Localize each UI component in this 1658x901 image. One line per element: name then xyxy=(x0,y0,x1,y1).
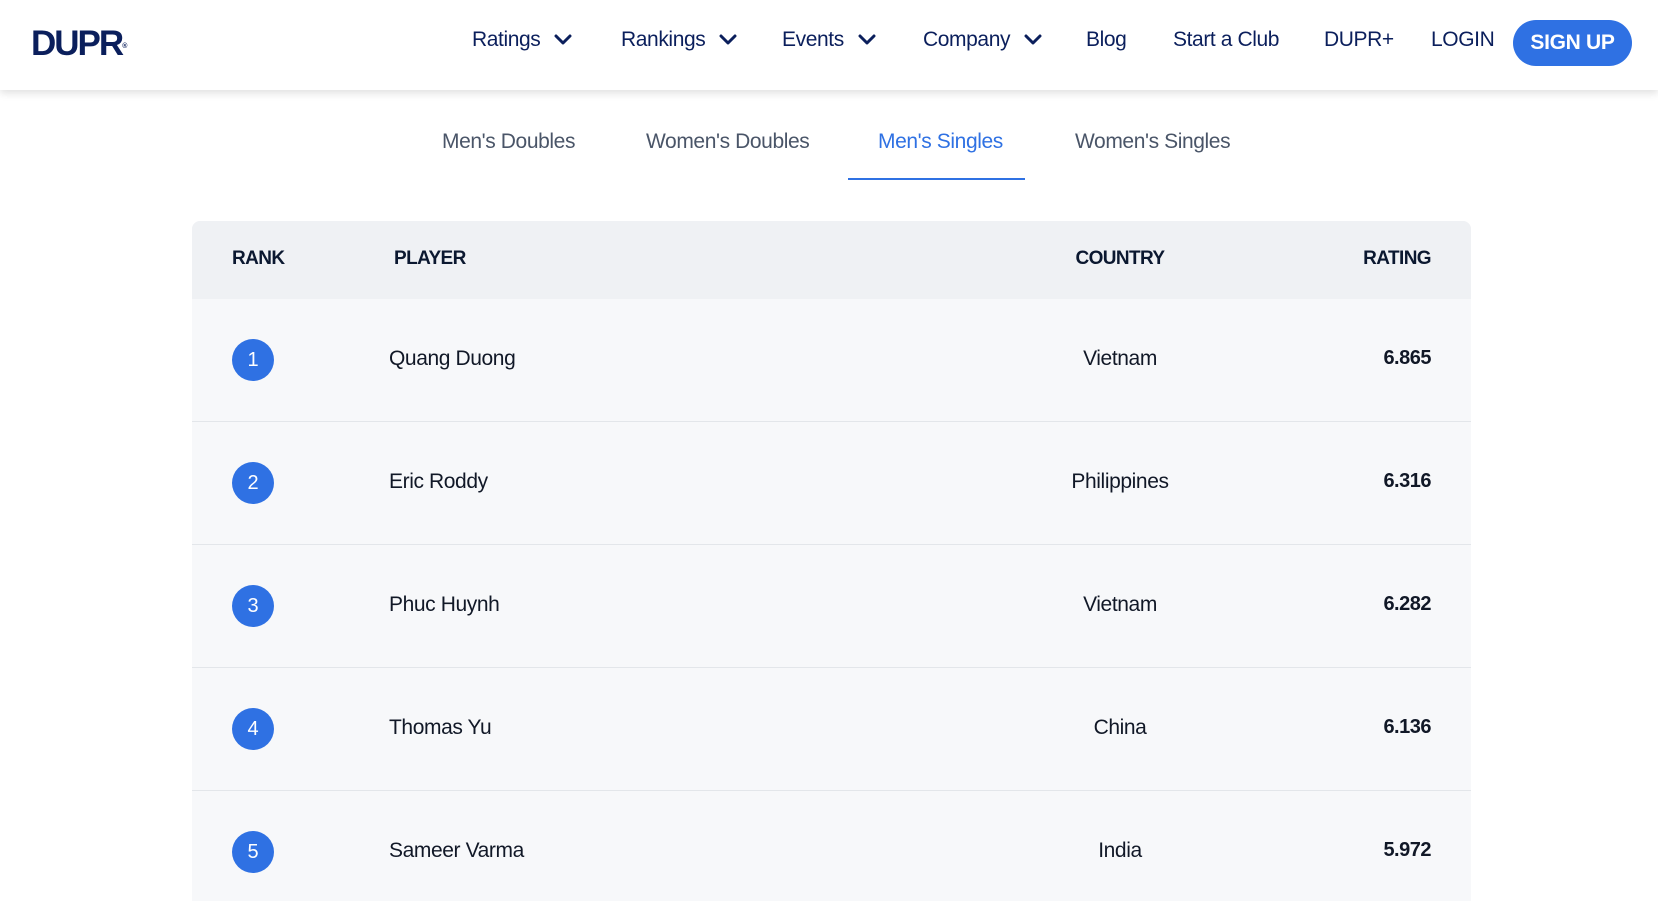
player-name[interactable]: Phuc Huynh xyxy=(389,593,500,617)
column-header-rank: RANK xyxy=(232,248,285,269)
top-navigation: DUPR® Ratings Rankings Events Company Bl… xyxy=(0,0,1658,90)
player-name[interactable]: Thomas Yu xyxy=(389,716,492,740)
player-country: Vietnam xyxy=(1083,347,1157,370)
rankings-table: RANK PLAYER COUNTRY RATING 1 Quang Duong… xyxy=(192,221,1471,901)
player-country: India xyxy=(1098,839,1142,862)
nav-dupr-plus-label: DUPR+ xyxy=(1324,28,1394,51)
nav-events-label: Events xyxy=(782,28,844,51)
tab-womens-doubles[interactable]: Women's Doubles xyxy=(646,130,810,154)
active-tab-indicator xyxy=(848,178,1025,180)
player-rating: 5.972 xyxy=(1383,839,1431,861)
chevron-down-icon xyxy=(719,34,737,45)
table-row[interactable]: 3 Phuc Huynh Vietnam 6.282 xyxy=(192,545,1471,668)
nav-ratings[interactable]: Ratings xyxy=(472,28,572,52)
player-name[interactable]: Eric Roddy xyxy=(389,470,488,494)
table-row[interactable]: 2 Eric Roddy Philippines 6.316 xyxy=(192,422,1471,545)
player-rating: 6.316 xyxy=(1383,470,1431,492)
tab-mens-singles[interactable]: Men's Singles xyxy=(878,130,1003,154)
table-row[interactable]: 4 Thomas Yu China 6.136 xyxy=(192,668,1471,791)
column-header-player: PLAYER xyxy=(394,248,466,269)
player-country: Philippines xyxy=(1071,470,1169,493)
player-rating: 6.136 xyxy=(1383,716,1431,738)
nav-company[interactable]: Company xyxy=(923,28,1042,52)
login-link[interactable]: LOGIN xyxy=(1431,28,1495,52)
nav-company-label: Company xyxy=(923,28,1011,51)
column-header-rating: RATING xyxy=(1363,248,1431,269)
nav-rankings-label: Rankings xyxy=(621,28,706,51)
chevron-down-icon xyxy=(554,34,572,45)
player-rating: 6.865 xyxy=(1383,347,1431,369)
nav-dupr-plus[interactable]: DUPR+ xyxy=(1324,28,1394,52)
rank-badge: 1 xyxy=(232,339,274,381)
nav-blog-label: Blog xyxy=(1086,28,1127,51)
category-tabs: Men's Doubles Women's Doubles Men's Sing… xyxy=(0,90,1658,182)
logo-registered-mark: ® xyxy=(122,43,128,50)
rank-badge: 5 xyxy=(232,831,274,873)
nav-start-a-club-label: Start a Club xyxy=(1173,28,1280,51)
player-name[interactable]: Sameer Varma xyxy=(389,839,524,863)
rank-badge: 3 xyxy=(232,585,274,627)
player-country: Vietnam xyxy=(1083,593,1157,616)
player-rating: 6.282 xyxy=(1383,593,1431,615)
rank-badge: 4 xyxy=(232,708,274,750)
chevron-down-icon xyxy=(858,34,876,45)
nav-start-a-club[interactable]: Start a Club xyxy=(1173,28,1279,52)
sign-up-label: SIGN UP xyxy=(1530,31,1615,54)
dupr-logo[interactable]: DUPR® xyxy=(31,24,127,64)
login-label: LOGIN xyxy=(1431,28,1495,51)
tab-mens-doubles[interactable]: Men's Doubles xyxy=(442,130,575,154)
nav-blog[interactable]: Blog xyxy=(1086,28,1127,52)
player-country: China xyxy=(1093,716,1147,739)
player-name[interactable]: Quang Duong xyxy=(389,347,516,371)
chevron-down-icon xyxy=(1024,34,1042,45)
column-header-country: COUNTRY xyxy=(1075,248,1165,269)
table-row[interactable]: 5 Sameer Varma India 5.972 xyxy=(192,791,1471,901)
nav-ratings-label: Ratings xyxy=(472,28,541,51)
table-header: RANK PLAYER COUNTRY RATING xyxy=(192,221,1471,299)
rank-badge: 2 xyxy=(232,462,274,504)
tab-womens-singles[interactable]: Women's Singles xyxy=(1075,130,1231,154)
logo-text: DUPR xyxy=(31,24,124,63)
sign-up-button[interactable]: SIGN UP xyxy=(1513,20,1632,66)
nav-rankings[interactable]: Rankings xyxy=(621,28,737,52)
table-row[interactable]: 1 Quang Duong Vietnam 6.865 xyxy=(192,299,1471,422)
nav-events[interactable]: Events xyxy=(782,28,876,52)
